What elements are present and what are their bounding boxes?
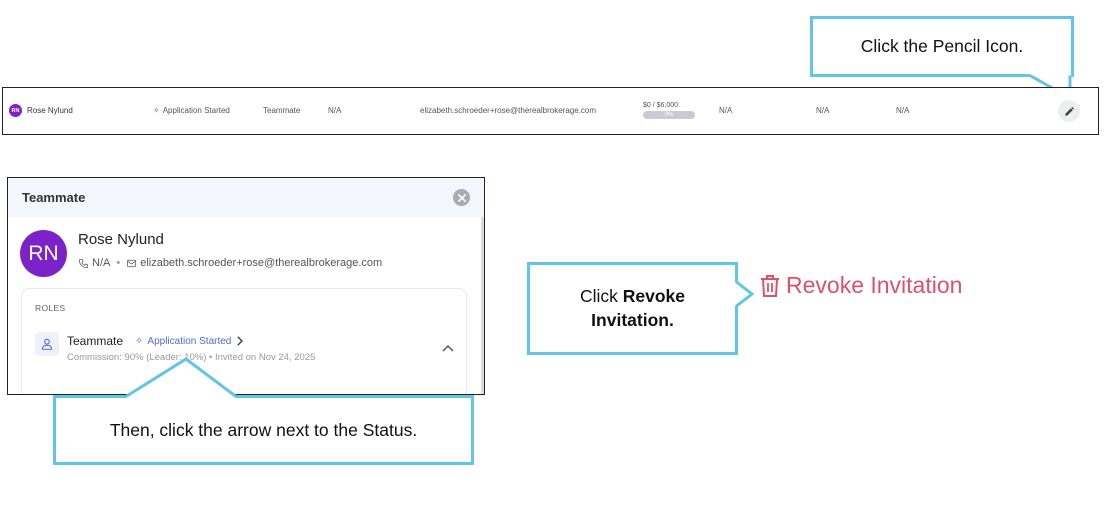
phone-icon (78, 258, 89, 268)
revoke-callout: Click Revoke Invitation. (527, 262, 738, 355)
avatar: RN (20, 230, 67, 277)
revoke-callout-bold-1: Revoke (622, 285, 686, 306)
close-icon (457, 193, 466, 202)
pencil-callout: Click the Pencil Icon. (810, 16, 1074, 77)
panel-header: Teammate (8, 178, 484, 217)
revoke-invitation-label: Revoke Invitation (786, 272, 963, 298)
team-table-row: RN Rose Nylund ✧ Application Started Tea… (2, 87, 1099, 135)
status-arrow-button[interactable] (235, 336, 244, 346)
row-phone: N/A (328, 106, 342, 115)
avatar: RN (9, 104, 22, 117)
chevron-right-icon (237, 336, 244, 346)
trash-icon (761, 274, 779, 297)
progress-label: 0% (664, 112, 674, 118)
separator-dot: • (116, 257, 121, 269)
member-name: Rose Nylund (78, 231, 164, 248)
row-member-cell: RN Rose Nylund (9, 88, 73, 133)
roles-label: ROLES (35, 303, 66, 313)
pencil-icon (1064, 106, 1074, 116)
mail-icon (127, 259, 137, 267)
arrow-callout-tail (125, 357, 237, 398)
arrow-callout-text: Then, click the arrow next to the Status… (109, 419, 418, 440)
progress-bar: 0% (643, 111, 695, 119)
revoke-callout-tail (735, 280, 755, 308)
chevron-up-icon (442, 344, 454, 352)
sparkle-icon: ✧ (153, 106, 160, 115)
row-col-a: N/A (719, 106, 733, 115)
role-row: Teammate ✧ Application Started (67, 334, 244, 348)
arrow-callout: Then, click the arrow next to the Status… (53, 395, 474, 465)
contact-line: N/A • elizabeth.schroeder+rose@therealbr… (78, 257, 382, 269)
row-col-b: N/A (816, 106, 830, 115)
panel-title: Teammate (22, 190, 86, 205)
roles-card: ROLES Teammate ✧ Application Started Com… (21, 288, 467, 394)
revoke-callout-bold-2: Invitation. (591, 309, 674, 330)
row-cap-progress: $0 / $6,000 0% (643, 88, 695, 133)
row-email: elizabeth.schroeder+rose@therealbrokerag… (420, 106, 596, 115)
sparkle-icon: ✧ (135, 335, 144, 347)
row-amount: $0 / $6,000 (643, 102, 679, 109)
row-status-badge: ✧ Application Started (153, 88, 230, 133)
row-role: Teammate (263, 106, 301, 115)
revoke-callout-prefix: Click (579, 285, 623, 306)
row-status-label: Application Started (162, 106, 230, 115)
role-name: Teammate (67, 334, 124, 348)
revoke-invitation-button[interactable]: Revoke Invitation (760, 272, 962, 299)
role-collapse-toggle[interactable] (442, 339, 454, 357)
row-col-c: N/A (896, 106, 910, 115)
member-email: elizabeth.schroeder+rose@therealbrokerag… (140, 257, 383, 269)
scrollbar[interactable] (481, 217, 484, 394)
edit-button[interactable] (1058, 100, 1080, 122)
row-member-name: Rose Nylund (27, 106, 73, 115)
close-button[interactable] (453, 189, 470, 206)
user-icon (35, 332, 59, 356)
member-phone: N/A (92, 257, 111, 269)
revoke-callout-line-1: Click Revoke (580, 285, 685, 309)
revoke-callout-line-2: Invitation. (591, 309, 674, 333)
role-status-label: Application Started (147, 335, 232, 347)
teammate-panel: Teammate RN Rose Nylund N/A • elizabeth.… (7, 177, 485, 395)
role-status-badge: ✧ Application Started (135, 336, 231, 347)
pencil-callout-text: Click the Pencil Icon. (860, 36, 1024, 56)
